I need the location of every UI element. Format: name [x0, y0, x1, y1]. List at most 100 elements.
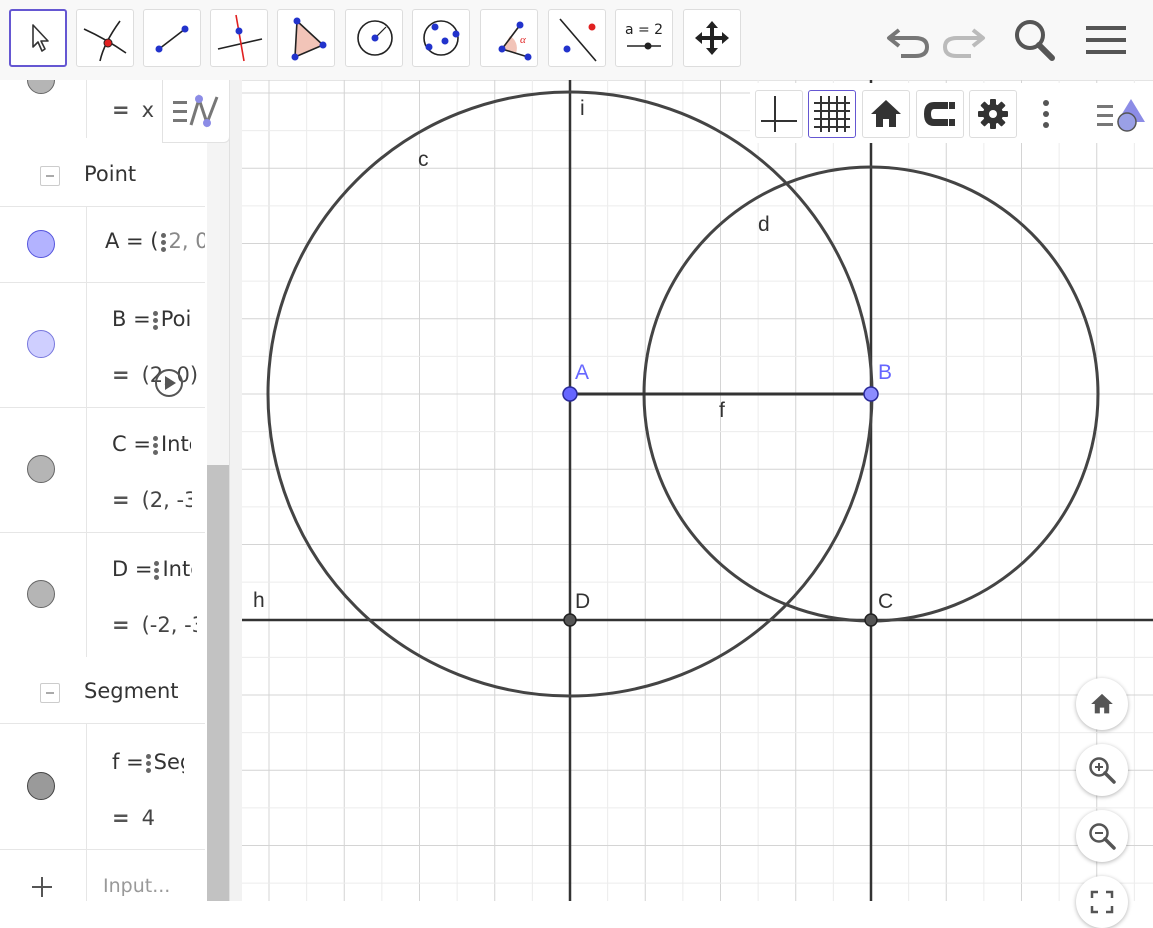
home-icon [871, 100, 901, 127]
move-tool[interactable] [9, 9, 67, 67]
magnet-icon [924, 102, 955, 126]
cursor-arrow-icon [32, 24, 49, 52]
drag-handle-icon[interactable] [145, 752, 152, 775]
algebra-input[interactable]: Input... [103, 875, 170, 897]
label-C: C [878, 590, 893, 613]
circle-center-point-tool[interactable] [345, 9, 403, 67]
visibility-marble[interactable] [27, 772, 55, 800]
row-separator [86, 283, 87, 407]
visibility-marble[interactable] [27, 230, 55, 258]
collapse-icon[interactable] [40, 166, 60, 186]
menu-icon [1086, 26, 1126, 54]
view-divider[interactable] [229, 80, 242, 901]
visibility-marble[interactable] [27, 80, 55, 94]
algebra-item-D[interactable]: D =Intersect =(-2, -3) [0, 533, 205, 657]
algebra-graph-toggle-icon [173, 94, 219, 128]
point-capturing-button[interactable] [916, 90, 964, 138]
category-label: Point [84, 162, 137, 186]
graphics-view[interactable]: A B C D c d f h i [242, 80, 1153, 901]
slider-icon: a = 2 [625, 22, 663, 50]
main-menu-button[interactable] [1082, 14, 1130, 66]
drag-handle-icon[interactable] [152, 434, 159, 457]
algebra-view: =x Point A = (2, 0 B =Point =(2, 0) C =I… [0, 80, 205, 901]
axes-icon [761, 96, 797, 132]
drag-handle-icon[interactable] [160, 231, 167, 254]
fullscreen-button[interactable] [1076, 876, 1128, 928]
category-segment[interactable]: Segment [0, 665, 205, 724]
slider-tool[interactable]: a = 2 [615, 9, 673, 67]
graphics-view-toggle-icon [1097, 99, 1145, 132]
point-B[interactable] [863, 386, 879, 402]
row-separator [86, 850, 87, 901]
angle-icon: α [498, 21, 532, 61]
drag-handle-icon[interactable] [154, 559, 160, 582]
algebra-definition-C[interactable]: C =Intersect [112, 432, 191, 457]
redo-icon [942, 28, 985, 58]
algebra-value-D: =(-2, -3) [112, 613, 197, 637]
fullscreen-icon [1090, 890, 1114, 914]
polygon-tool[interactable] [277, 9, 335, 67]
algebra-value-f: = 4 [112, 806, 155, 830]
move-arrows-icon [695, 21, 729, 55]
category-point[interactable]: Point [0, 148, 205, 207]
graphics-canvas[interactable]: A B C D c d f h i [242, 80, 1153, 901]
circle-center-icon [357, 20, 393, 56]
point-A[interactable] [562, 386, 578, 402]
algebra-input-row[interactable]: Input... [0, 850, 205, 901]
plus-icon[interactable] [30, 875, 54, 899]
algebra-definition-B[interactable]: B =Point [112, 307, 191, 332]
algebra-definition-A[interactable]: A = (2, 0 [105, 229, 205, 254]
toggle-axes-button[interactable] [755, 90, 803, 138]
zoom-out-icon [1089, 823, 1116, 850]
graphics-settings-button[interactable] [969, 90, 1017, 138]
zoom-in-button[interactable] [1076, 744, 1128, 796]
visibility-marble[interactable] [27, 330, 55, 358]
point-on-object-tool[interactable] [76, 9, 134, 67]
scrollbar-thumb[interactable] [207, 465, 229, 901]
gear-icon [978, 99, 1008, 129]
algebra-item-C[interactable]: C =Intersect =(2, -3) [0, 408, 205, 533]
label-c: c [418, 148, 429, 171]
algebra-definition-f[interactable]: f =Segment [112, 750, 184, 775]
circle-three-points-tool[interactable] [412, 9, 470, 67]
algebra-value-C: =(2, -3) [112, 488, 192, 512]
algebra-view-toggle-button[interactable] [162, 80, 230, 143]
home-icon [1091, 693, 1113, 714]
more-options-button[interactable] [1022, 90, 1070, 138]
algebra-scrollbar[interactable] [207, 80, 229, 901]
reflect-about-line-tool[interactable] [548, 9, 606, 67]
redo-button[interactable] [940, 14, 988, 66]
drag-handle-icon[interactable] [152, 309, 159, 332]
point-C[interactable] [864, 613, 878, 627]
undo-button[interactable] [884, 14, 932, 66]
zoom-out-button[interactable] [1076, 810, 1128, 862]
segment-tool[interactable] [143, 9, 201, 67]
svg-text:α: α [520, 34, 526, 46]
move-graphics-view-tool[interactable] [683, 9, 741, 67]
algebra-definition-D[interactable]: D =Intersect [112, 557, 192, 582]
collapse-icon[interactable] [40, 683, 60, 703]
angle-tool[interactable]: α [480, 9, 538, 67]
visibility-marble[interactable] [27, 455, 55, 483]
toggle-grid-button[interactable] [808, 90, 856, 138]
perpendicular-icon [217, 14, 263, 62]
standard-view-zoom-button[interactable] [1076, 678, 1128, 730]
segment-icon [155, 25, 189, 53]
row-separator [86, 408, 87, 532]
point-D[interactable] [563, 613, 577, 627]
label-D: D [575, 590, 590, 613]
perpendicular-line-tool[interactable] [210, 9, 268, 67]
row-separator [86, 207, 87, 282]
graphics-style-bar [750, 83, 1153, 143]
algebra-item-A[interactable]: A = (2, 0 [0, 207, 205, 283]
visibility-marble[interactable] [27, 580, 55, 608]
algebra-value-partial: = x [112, 98, 155, 122]
algebra-item-f[interactable]: f =Segment =4 [0, 724, 205, 850]
algebra-item-B[interactable]: B =Point =(2, 0) [0, 283, 205, 408]
graphics-view-toggle-button[interactable] [1094, 90, 1148, 138]
standard-view-button[interactable] [862, 90, 910, 138]
zoom-in-icon [1089, 757, 1116, 784]
grid-icon [814, 96, 850, 132]
animation-play-icon[interactable] [153, 367, 185, 399]
search-button[interactable] [1010, 14, 1058, 66]
